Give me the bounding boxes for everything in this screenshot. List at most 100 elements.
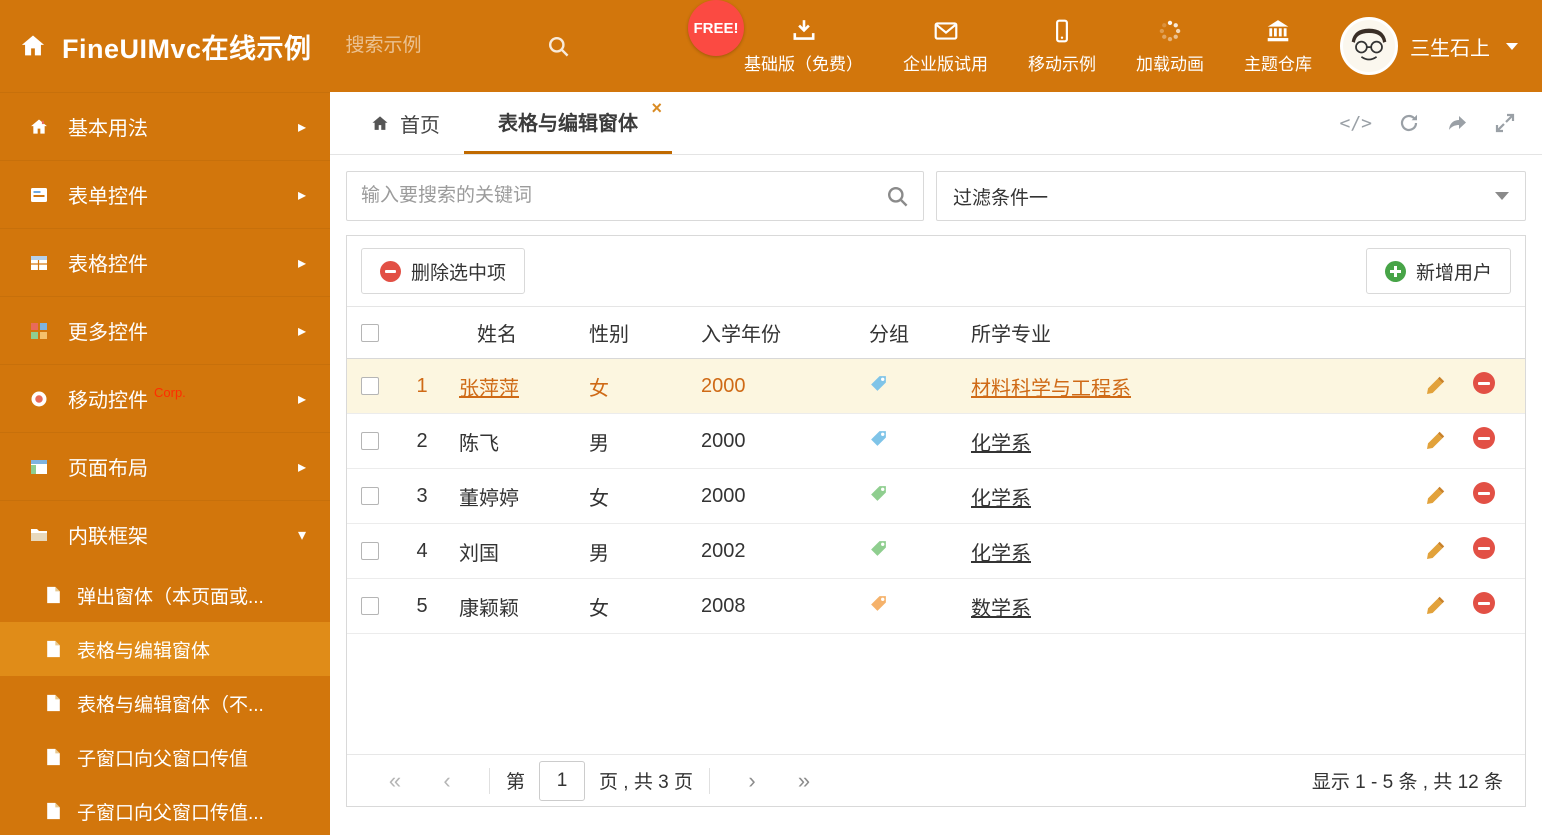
brand[interactable]: FineUIMvc在线示例 — [0, 27, 312, 66]
page-number-input[interactable] — [539, 760, 586, 801]
nav-label: 主题仓库 — [1244, 54, 1312, 74]
gender-cell: 女 — [581, 578, 693, 634]
sidebar-item-inline-frame[interactable]: 内联框架 ▾ — [0, 500, 330, 568]
delete-row-icon[interactable] — [1473, 537, 1495, 559]
student-name-link[interactable]: 刘国 — [459, 543, 499, 565]
student-name-link[interactable]: 张萍萍 — [459, 378, 519, 400]
table-row[interactable]: 2 陈飞 男 2000 化学系 — [347, 413, 1525, 469]
tag-icon — [869, 539, 888, 558]
delete-row-icon[interactable] — [1473, 427, 1495, 449]
tab-grid-edit-window[interactable]: 表格与编辑窗体 × — [464, 92, 672, 154]
year-cell: 2002 — [693, 523, 861, 579]
nav-item-theme-store[interactable]: 主题仓库 — [1244, 18, 1312, 75]
bank-icon — [1264, 18, 1292, 44]
table-row[interactable]: 3 董婷婷 女 2000 化学系 — [347, 468, 1525, 524]
delete-row-icon[interactable] — [1473, 372, 1495, 394]
source-code-icon[interactable]: </> — [1339, 113, 1372, 134]
major-link[interactable]: 数学系 — [971, 598, 1031, 620]
major-link[interactable]: 化学系 — [971, 488, 1031, 510]
envelope-icon — [932, 18, 960, 44]
filter-dropdown[interactable]: 过滤条件一 — [936, 171, 1526, 221]
nav-item-enterprise-trial[interactable]: 企业版试用 — [903, 18, 988, 75]
spinner-icon — [1156, 18, 1184, 44]
chevron-right-icon: ▸ — [297, 254, 306, 272]
delete-row-icon[interactable] — [1473, 592, 1495, 614]
search-icon[interactable] — [885, 184, 909, 208]
sidebar-item-label: 表单控件 — [68, 186, 148, 208]
edit-pencil-icon[interactable] — [1425, 376, 1445, 396]
table-row[interactable]: 4 刘国 男 2002 化学系 — [347, 523, 1525, 579]
row-checkbox[interactable] — [361, 487, 379, 506]
avatar[interactable] — [1340, 17, 1398, 75]
search-icon[interactable] — [546, 34, 570, 58]
refresh-icon[interactable] — [1398, 112, 1420, 134]
nav-label: 加载动画 — [1136, 54, 1204, 74]
add-user-button[interactable]: 新增用户 — [1365, 248, 1511, 294]
app-title: FineUIMvc在线示例 — [62, 33, 312, 64]
sidebar-item-label: 移动控件 — [68, 390, 148, 412]
gender-cell: 男 — [581, 523, 693, 579]
major-link[interactable]: 材料科学与工程系 — [971, 378, 1131, 400]
student-name-link[interactable]: 董婷婷 — [459, 488, 519, 510]
fullscreen-icon[interactable] — [1494, 112, 1516, 134]
edit-pencil-icon[interactable] — [1425, 486, 1445, 506]
row-checkbox[interactable] — [361, 432, 379, 451]
sidebar-subitem-child-to-parent[interactable]: 子窗口向父窗口传值 — [0, 730, 330, 784]
nav-item-loading-animation[interactable]: 加载动画 — [1136, 18, 1204, 75]
row-checkbox[interactable] — [361, 542, 379, 561]
tab-home[interactable]: 首页 — [346, 92, 464, 154]
main-area: 首页 表格与编辑窗体 × </> 输入要搜索的关键词 过滤条件一 删除选中项 新… — [330, 92, 1542, 835]
page-content: 过滤条件一 删除选中项 新增用户 — [330, 155, 1542, 823]
row-checkbox[interactable] — [361, 377, 379, 396]
next-page-icon[interactable]: › — [726, 768, 778, 794]
delete-row-icon[interactable] — [1473, 482, 1495, 504]
edit-pencil-icon[interactable] — [1425, 596, 1445, 616]
sidebar-item-mobile-controls[interactable]: 移动控件 Corp. ▸ — [0, 364, 330, 432]
first-page-icon[interactable]: « — [369, 768, 421, 794]
row-checkbox[interactable] — [361, 597, 379, 616]
keyword-search-input[interactable] — [361, 185, 885, 207]
user-menu[interactable]: 三生石上 — [1340, 17, 1518, 75]
table-row[interactable]: 5 康颖颖 女 2008 数学系 — [347, 578, 1525, 634]
chevron-right-icon: ▸ — [297, 390, 306, 408]
sidebar-item-basic-usage[interactable]: 基本用法 ▸ — [0, 92, 330, 160]
sidebar-item-label: 更多控件 — [68, 322, 148, 344]
nav-item-mobile-demo[interactable]: 移动示例 — [1028, 18, 1096, 75]
share-icon[interactable] — [1446, 112, 1468, 134]
year-cell: 2000 — [693, 358, 861, 414]
sidebar-item-more-controls[interactable]: 更多控件 ▸ — [0, 296, 330, 364]
sidebar-subitem-child-to-parent-2[interactable]: 子窗口向父窗口传值... — [0, 784, 330, 835]
sidebar-subitem-grid-edit-window[interactable]: 表格与编辑窗体 — [0, 622, 330, 676]
student-name-link[interactable]: 康颖颖 — [459, 598, 519, 620]
close-icon[interactable]: × — [651, 98, 662, 119]
header-search-input[interactable] — [345, 35, 476, 57]
major-link[interactable]: 化学系 — [971, 543, 1031, 565]
user-name[interactable]: 三生石上 — [1410, 32, 1490, 61]
nav-label: 基础版（免费） — [744, 54, 863, 74]
sidebar-subitem-grid-edit-window-2[interactable]: 表格与编辑窗体（不... — [0, 676, 330, 730]
sidebar-item-grid-controls[interactable]: 表格控件 ▸ — [0, 228, 330, 296]
home-icon — [18, 32, 48, 60]
page-icon — [46, 640, 63, 658]
last-page-icon[interactable]: » — [778, 768, 830, 794]
edit-pencil-icon[interactable] — [1425, 431, 1445, 451]
tag-icon — [869, 429, 888, 448]
app-window: FineUIMvc在线示例 FREE! 基础版（免费） 企业版试用 — [0, 0, 1542, 835]
table-row[interactable]: 1 张萍萍 女 2000 材料科学与工程系 — [347, 358, 1525, 414]
layout-icon — [28, 457, 52, 477]
sidebar-item-page-layout[interactable]: 页面布局 ▸ — [0, 432, 330, 500]
page-icon — [46, 748, 63, 766]
nav-item-basic-free[interactable]: 基础版（免费） — [744, 18, 863, 75]
prev-page-icon[interactable]: ‹ — [421, 768, 473, 794]
sidebar-subitem-label: 表格与编辑窗体 — [77, 640, 211, 662]
delete-selected-button[interactable]: 删除选中项 — [361, 248, 526, 294]
gender-cell: 女 — [581, 468, 693, 524]
sidebar-subitem-label: 子窗口向父窗口传值... — [77, 802, 264, 824]
edit-pencil-icon[interactable] — [1425, 541, 1445, 561]
student-name-link[interactable]: 陈飞 — [459, 433, 499, 455]
select-all-checkbox[interactable] — [361, 323, 379, 342]
major-link[interactable]: 化学系 — [971, 433, 1031, 455]
page-icon — [46, 586, 63, 604]
sidebar-item-form-controls[interactable]: 表单控件 ▸ — [0, 160, 330, 228]
sidebar-subitem-popup-window[interactable]: 弹出窗体（本页面或... — [0, 568, 330, 622]
